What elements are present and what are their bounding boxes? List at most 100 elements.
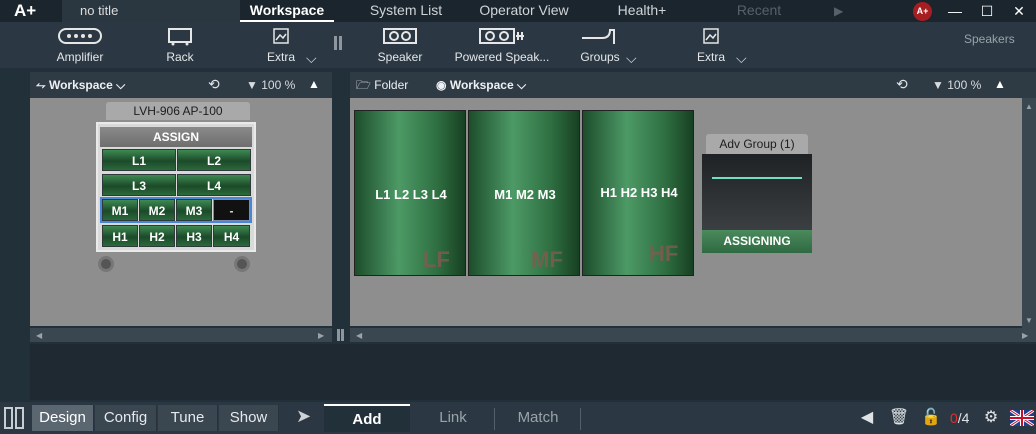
chevron-down-icon: ⌵ xyxy=(116,78,126,92)
rack-slot[interactable]: L4 xyxy=(177,174,251,196)
zoom-control[interactable]: ▼ 100 % xyxy=(246,72,295,98)
speaker-label: Speaker xyxy=(377,50,423,64)
target-icon: ◉ xyxy=(436,78,447,92)
minimize-icon[interactable]: — xyxy=(940,0,970,22)
collapse-up-icon[interactable]: ▲ xyxy=(994,77,1006,91)
play-icon: ▶ xyxy=(834,4,844,18)
speaker-group-card[interactable]: H1 H2 H3 H4 HF xyxy=(582,110,694,276)
speaker-group-card[interactable]: L1 L2 L3 L4 LF xyxy=(354,110,466,276)
scroll-right-icon[interactable]: ▶ xyxy=(1022,331,1028,340)
splitter-handle[interactable] xyxy=(334,328,348,342)
mode-config[interactable]: Config xyxy=(95,405,157,431)
close-icon[interactable]: ✕ xyxy=(1004,0,1034,22)
rack-slot[interactable]: H3 xyxy=(176,225,212,247)
tab-health-plus[interactable]: Health+ xyxy=(604,0,680,22)
account-badge[interactable]: A+ xyxy=(913,2,932,21)
groups-chevron-icon[interactable]: ⌵ xyxy=(626,50,637,67)
adv-group-level-line xyxy=(712,177,802,179)
workspace-label: Workspace xyxy=(449,78,514,92)
pointer-icon[interactable]: ➤ xyxy=(296,406,311,427)
groups-icon xyxy=(582,29,615,44)
mute-speaker-icon[interactable]: ◀ xyxy=(856,408,878,428)
scroll-down-icon[interactable]: ▼ xyxy=(1025,316,1033,325)
unlock-icon[interactable]: 🔓 xyxy=(920,408,942,428)
rack-slot[interactable]: L3 xyxy=(102,174,176,196)
rack-slot-empty[interactable]: - xyxy=(213,199,250,221)
zoom-fit-icon[interactable]: ⟲ xyxy=(208,76,220,93)
powered-speaker-label: Powered Speak... xyxy=(454,50,550,64)
subtab-link[interactable]: Link xyxy=(412,404,494,432)
extra-right-button[interactable]: Extra xyxy=(692,26,730,64)
panel-splitter[interactable] xyxy=(334,36,346,52)
adv-group-card[interactable] xyxy=(702,154,812,230)
mode-design[interactable]: Design xyxy=(32,405,94,431)
image-icon xyxy=(273,28,289,44)
speaker-group-tag: HF xyxy=(649,241,679,266)
amplifier-button[interactable]: Amplifier xyxy=(50,26,110,64)
left-horizontal-scrollbar[interactable] xyxy=(30,328,332,342)
gear-icon[interactable]: ⚙ xyxy=(980,408,1002,428)
subtab-match[interactable]: Match xyxy=(496,404,580,432)
app-window: A+ no title Workspace System List Operat… xyxy=(0,0,1036,434)
adv-group-status[interactable]: ASSIGNING xyxy=(702,230,812,253)
workspace-label: Workspace xyxy=(48,78,113,92)
tab-operator-view[interactable]: Operator View xyxy=(470,0,578,22)
workspace-dropdown[interactable]: ⥊ Workspace ⌵ xyxy=(36,72,125,98)
zoom-value: 100 % xyxy=(261,78,296,92)
document-title[interactable]: no title xyxy=(62,0,240,22)
right-horizontal-scrollbar[interactable] xyxy=(350,328,1036,342)
counter-current: 0 xyxy=(950,410,958,426)
scroll-up-icon[interactable]: ▲ xyxy=(1025,102,1033,111)
groups-label: Groups xyxy=(580,50,620,64)
speaker-icon xyxy=(383,28,417,44)
zoom-fit-icon[interactable]: ⟲ xyxy=(896,76,908,93)
speaker-button[interactable]: Speaker xyxy=(376,26,424,64)
extra-left-label: Extra xyxy=(266,50,295,64)
rack-icon xyxy=(168,28,192,46)
speaker-group-tag: MF xyxy=(531,247,563,272)
tab-workspace[interactable]: Workspace xyxy=(240,0,334,22)
folder-label: Folder xyxy=(374,78,409,92)
powered-speaker-button[interactable]: Powered Speak... xyxy=(450,26,554,64)
maximize-icon[interactable]: ☐ xyxy=(972,0,1002,22)
folder-button[interactable]: 🗁 Folder xyxy=(356,72,408,98)
trash-icon[interactable]: 🗑 xyxy=(888,408,910,428)
subtab-add[interactable]: Add xyxy=(324,404,410,432)
tab-system-list[interactable]: System List xyxy=(354,0,458,22)
workspace-selector[interactable]: ◉ Workspace ⌵ xyxy=(436,72,526,98)
collapse-up-icon[interactable]: ▲ xyxy=(308,77,320,91)
rack-label: Rack xyxy=(166,50,194,64)
pause-icon[interactable] xyxy=(4,407,28,429)
speaker-group-card[interactable]: M1 M2 M3 MF xyxy=(468,110,580,276)
scroll-left-icon[interactable]: ◀ xyxy=(356,331,362,340)
rack-slot[interactable]: M2 xyxy=(139,199,175,221)
rack-slot[interactable]: L2 xyxy=(177,149,251,171)
language-flag-icon[interactable] xyxy=(1009,408,1035,428)
rack-slot[interactable]: M3 xyxy=(176,199,212,221)
rack-name[interactable]: LVH-906 AP-100 xyxy=(106,102,250,120)
rack-slot[interactable]: H2 xyxy=(139,225,175,247)
rack-slot[interactable]: M1 xyxy=(102,199,138,221)
scroll-right-icon[interactable]: ▶ xyxy=(318,331,324,340)
rack-slot[interactable]: H4 xyxy=(213,225,250,247)
console-area xyxy=(30,344,1036,400)
groups-button[interactable]: Groups xyxy=(576,26,624,64)
rack-slot[interactable]: H1 xyxy=(102,225,138,247)
extra-left-button[interactable]: Extra xyxy=(262,26,300,64)
adv-group-title[interactable]: Adv Group (1) xyxy=(706,134,808,154)
mode-tune[interactable]: Tune xyxy=(158,405,218,431)
zoom-control[interactable]: ▼ 100 % xyxy=(932,72,981,98)
rack-button[interactable]: Rack xyxy=(158,26,202,64)
chevron-down-icon[interactable]: ⌵ xyxy=(306,50,317,67)
mode-show[interactable]: Show xyxy=(219,405,279,431)
scroll-left-icon[interactable]: ◀ xyxy=(36,331,42,340)
counter-total: /4 xyxy=(957,410,970,426)
assign-button[interactable]: ASSIGN xyxy=(100,127,252,147)
divider xyxy=(494,408,495,430)
speaker-group-tag: LF xyxy=(423,247,450,272)
right-vertical-scrollbar[interactable] xyxy=(1022,98,1036,328)
rack-slot[interactable]: L1 xyxy=(102,149,176,171)
speaker-group-label: H1 H2 H3 H4 xyxy=(600,185,678,200)
rack-wheel-icon xyxy=(98,256,114,272)
extra-chevron-icon[interactable]: ⌵ xyxy=(736,50,747,67)
